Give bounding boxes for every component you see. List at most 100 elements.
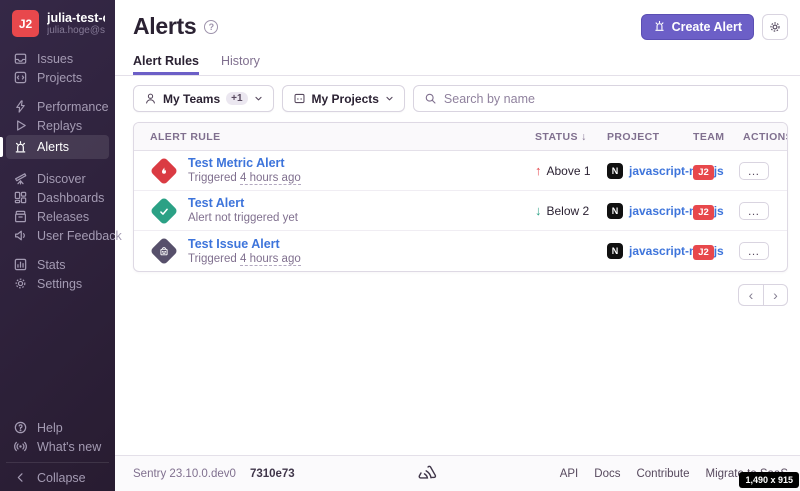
nextjs-logo-icon: N: [607, 243, 623, 259]
build-hash[interactable]: 7310e73: [250, 468, 295, 480]
status-value: Below 2: [547, 204, 590, 218]
sidebar-collapse-button[interactable]: Collapse: [6, 468, 109, 487]
resolved-alert-icon: [150, 196, 178, 224]
sidebar-item-issues[interactable]: Issues: [6, 49, 109, 68]
alert-rule-link[interactable]: Test Alert: [188, 196, 298, 211]
team-badge[interactable]: J2: [693, 165, 714, 180]
alerts-settings-button[interactable]: [762, 14, 788, 40]
search-icon: [424, 92, 437, 105]
chevron-down-icon: [385, 94, 394, 103]
sidebar-item-stats[interactable]: Stats: [6, 255, 109, 274]
alert-rule-subtext: Alert not triggered yet: [188, 211, 298, 225]
team-badge[interactable]: J2: [693, 245, 714, 260]
create-alert-label: Create Alert: [672, 20, 742, 34]
teams-filter-button[interactable]: My Teams +1: [133, 85, 274, 112]
sidebar-item-label: Settings: [37, 277, 82, 291]
sidebar-item-alerts[interactable]: Alerts: [6, 135, 109, 159]
org-switcher[interactable]: J2 julia-test-org-2 … julia.hoge@sentry.…: [0, 0, 115, 45]
broadcast-icon: [12, 439, 28, 455]
status-cell: ↑ Above 1: [535, 163, 593, 178]
org-avatar[interactable]: J2: [12, 10, 39, 37]
issues-icon: [12, 51, 28, 67]
sidebar: J2 julia-test-org-2 … julia.hoge@sentry.…: [0, 0, 115, 491]
team-cell: J2: [693, 242, 735, 260]
alert-rule-link[interactable]: Test Metric Alert: [188, 156, 301, 171]
page-header: Alerts ? Create Alert: [115, 0, 800, 40]
column-status[interactable]: STATUS ↓: [535, 131, 593, 143]
issue-alert-icon: [150, 237, 178, 265]
table-row: Test Issue Alert Triggered 4 hours ago N…: [134, 231, 787, 271]
settings-icon: [12, 276, 28, 292]
user-icon: [144, 92, 157, 105]
metric-alert-icon: [150, 156, 178, 184]
sidebar-item-discover[interactable]: Discover: [6, 169, 109, 188]
sidebar-item-label: Alerts: [37, 140, 69, 154]
nextjs-logo-icon: N: [607, 203, 623, 219]
projects-filter-button[interactable]: My Projects: [282, 85, 405, 112]
footer-link-api[interactable]: API: [560, 468, 579, 480]
gear-icon: [768, 20, 782, 34]
footer: Sentry 23.10.0.dev0 7310e73 API Docs Con…: [115, 455, 800, 491]
sort-arrow-icon: ↓: [581, 131, 587, 143]
sidebar-item-help[interactable]: Help: [6, 418, 109, 437]
chevron-left-icon: [12, 470, 28, 486]
project-icon: [293, 92, 306, 105]
sidebar-bottom: Help What's new Collapse: [0, 418, 115, 491]
project-cell: N javascript-nextjs: [593, 243, 693, 259]
row-actions-button[interactable]: …: [739, 202, 769, 220]
search-box[interactable]: [413, 85, 788, 112]
tab-alert-rules[interactable]: Alert Rules: [133, 49, 199, 75]
teams-extra-count: +1: [226, 92, 247, 105]
row-actions-button[interactable]: …: [739, 242, 769, 260]
page-help-icon[interactable]: ?: [204, 20, 218, 34]
nextjs-logo-icon: N: [607, 163, 623, 179]
tab-history[interactable]: History: [221, 49, 260, 75]
trigger-time-link[interactable]: 4 hours ago: [240, 253, 301, 266]
sidebar-item-label: Dashboards: [37, 191, 104, 205]
prev-page-button[interactable]: ‹: [738, 284, 763, 306]
help-icon: [12, 420, 28, 436]
sidebar-item-settings[interactable]: Settings: [6, 274, 109, 293]
sidebar-item-performance[interactable]: Performance: [6, 97, 109, 116]
trigger-time-link[interactable]: 4 hours ago: [240, 172, 301, 185]
projects-icon: [12, 70, 28, 86]
footer-link-docs[interactable]: Docs: [594, 468, 620, 480]
sidebar-item-whats-new[interactable]: What's new: [6, 437, 109, 456]
sidebar-item-releases[interactable]: Releases: [6, 207, 109, 226]
chevron-down-icon: [254, 94, 263, 103]
window-size-badge: 1,490 x 915: [739, 472, 799, 488]
status-cell: ↓ Below 2: [535, 203, 593, 218]
projects-filter-label: My Projects: [312, 92, 379, 106]
performance-icon: [12, 99, 28, 115]
arrow-down-icon: ↓: [535, 203, 542, 218]
main-content: Alerts ? Create Alert Alert Rules Histor…: [115, 0, 800, 491]
sidebar-item-label: Releases: [37, 210, 89, 224]
sidebar-item-label: Projects: [37, 71, 82, 85]
team-cell: J2: [693, 162, 735, 180]
sidebar-item-projects[interactable]: Projects: [6, 68, 109, 87]
tab-bar: Alert Rules History: [115, 49, 800, 76]
team-cell: J2: [693, 202, 735, 220]
sidebar-item-user-feedback[interactable]: User Feedback: [6, 226, 109, 245]
column-actions: ACTIONS: [735, 131, 787, 143]
org-email: julia.hoge@sentry.io: [47, 25, 105, 36]
create-alert-button[interactable]: Create Alert: [641, 14, 754, 40]
org-meta: julia-test-org-2 … julia.hoge@sentry.io: [47, 11, 105, 36]
row-actions-button[interactable]: …: [739, 162, 769, 180]
footer-link-contribute[interactable]: Contribute: [636, 468, 689, 480]
team-badge[interactable]: J2: [693, 205, 714, 220]
project-cell: N javascript-nextjs: [593, 203, 693, 219]
sidebar-item-label: Collapse: [37, 471, 86, 485]
search-input[interactable]: [444, 92, 777, 106]
sidebar-item-dashboards[interactable]: Dashboards: [6, 188, 109, 207]
org-name: julia-test-org-2 …: [47, 11, 105, 25]
status-value: Above 1: [547, 164, 591, 178]
siren-icon: [653, 20, 666, 33]
sidebar-item-label: Replays: [37, 119, 82, 133]
teams-filter-label: My Teams: [163, 92, 220, 106]
next-page-button[interactable]: ›: [763, 284, 788, 306]
alert-rules-table: ALERT RULE STATUS ↓ PROJECT TEAM ACTIONS…: [133, 122, 788, 272]
dashboards-icon: [12, 190, 28, 206]
sidebar-item-replays[interactable]: Replays: [6, 116, 109, 135]
alert-rule-link[interactable]: Test Issue Alert: [188, 237, 301, 252]
